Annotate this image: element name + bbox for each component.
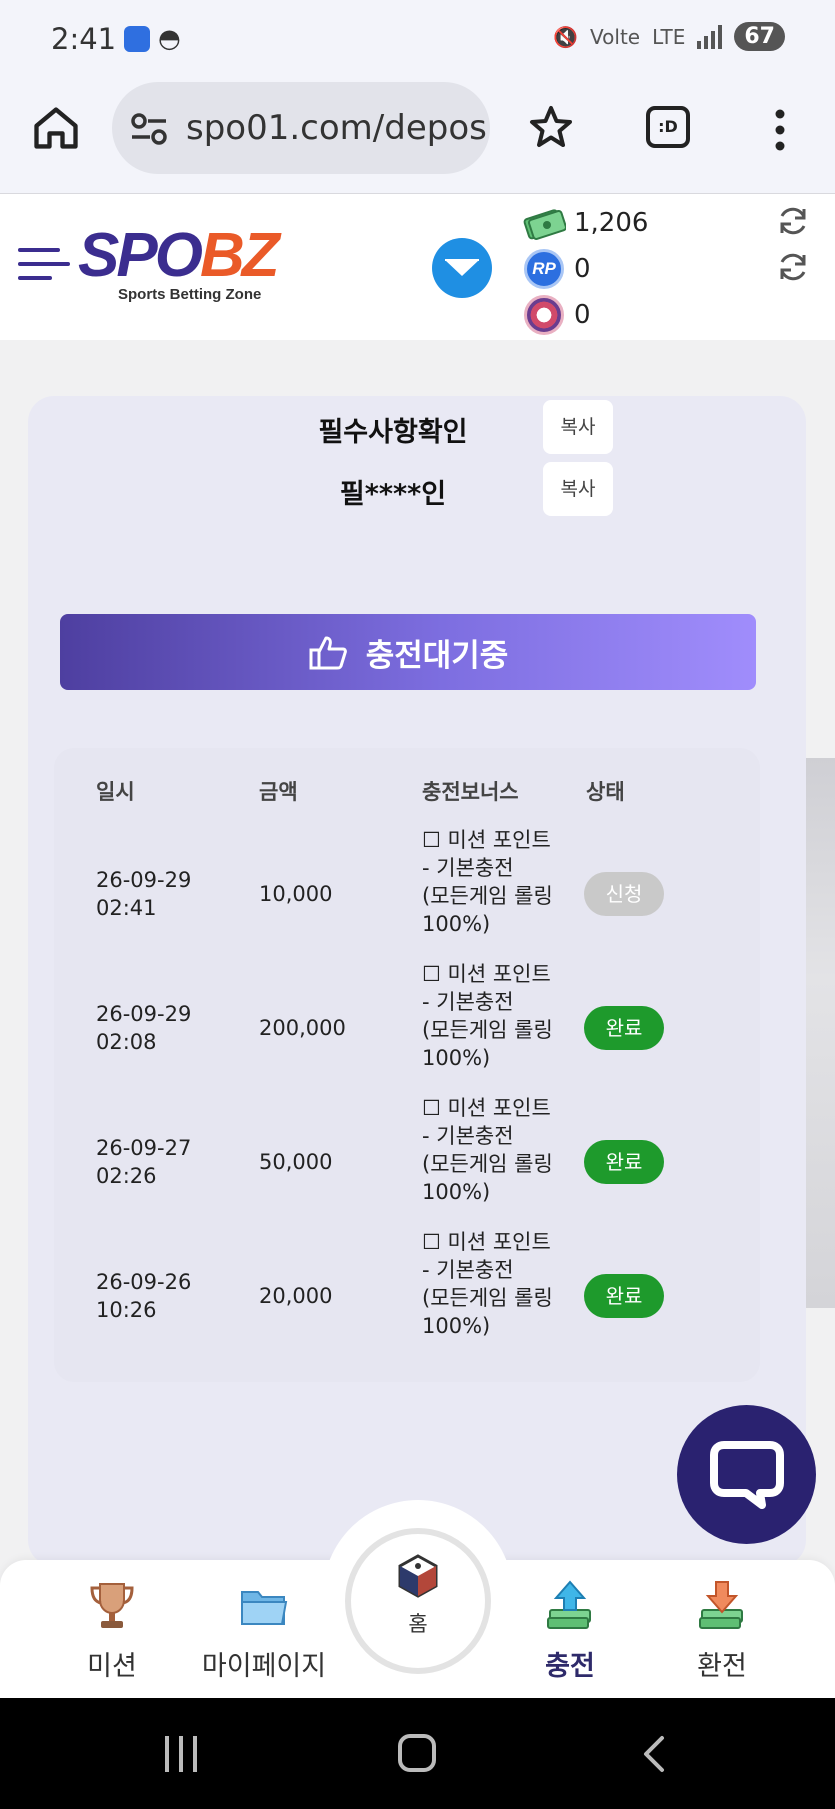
row-date: 26-09-26 10:26 <box>96 1270 192 1322</box>
logo-text-bz: BZ <box>199 221 280 290</box>
mail-button[interactable] <box>432 238 492 298</box>
nav-withdraw-label: 환전 <box>697 1651 747 1682</box>
column-header-status: 상태 <box>586 780 625 804</box>
column-header-date: 일시 <box>96 780 135 804</box>
logo-text-spo: SPO <box>78 221 203 290</box>
status-badge: 완료 <box>584 1140 664 1184</box>
home-button[interactable]: 홈 <box>345 1528 491 1674</box>
app-notification-icon <box>124 26 150 52</box>
nav-mission-label: 미션 <box>87 1651 137 1682</box>
signal-icon <box>697 24 723 49</box>
nav-withdraw[interactable]: 환전 <box>642 1578 802 1683</box>
rp-coin-icon: RP <box>524 249 564 289</box>
system-navigation-bar <box>0 1698 835 1809</box>
trophy-icon <box>90 1583 134 1628</box>
site-logo[interactable]: SPOBZ Sports Betting Zone <box>78 224 298 304</box>
tune-icon[interactable] <box>130 112 168 146</box>
recents-icon[interactable] <box>165 1736 197 1772</box>
rp-balance: 0 <box>574 254 591 284</box>
roulette-wheel-icon <box>524 295 564 335</box>
table-row: 26-09-27 02:26 50,000 ☐ 미션 포인트 - 기본충전 (모든게임… <box>54 1094 760 1228</box>
row-amount: 50,000 <box>259 1150 333 1174</box>
wheel-balance-row: 0 <box>522 292 762 338</box>
star-icon[interactable] <box>528 104 574 150</box>
nav-deposit-label: 충전 <box>545 1651 595 1682</box>
row-bonus: ☐ 미션 포인트 - 기본충전 (모든게임 롤링 100%) <box>422 1096 553 1204</box>
battery-indicator: 67 <box>734 22 785 51</box>
chat-icon <box>710 1441 784 1509</box>
column-header-amount: 금액 <box>259 780 298 804</box>
status-indicators: 🔇 Volte LTE 67 <box>553 22 785 51</box>
column-header-bonus: 충전보너스 <box>422 780 519 804</box>
row-amount: 200,000 <box>259 1016 346 1040</box>
rp-balance-row: RP 0 <box>522 246 762 292</box>
row-bonus: ☐ 미션 포인트 - 기본충전 (모든게임 롤링 100%) <box>422 1230 553 1338</box>
mail-icon <box>445 259 479 276</box>
url-text[interactable]: spo01.com/deposit <box>186 108 486 148</box>
home-icon[interactable] <box>30 102 82 154</box>
status-bar: 2:41 ◓ 🔇 Volte LTE 67 <box>0 0 835 80</box>
withdraw-icon <box>699 1581 743 1629</box>
deposit-card: 필수사항확인 복사 필****인 복사 충전대기중 일시 금액 충전보너스 상태… <box>28 396 806 1566</box>
lte-label: LTE <box>652 24 686 49</box>
deposit-status-text: 충전대기중 <box>365 637 509 674</box>
status-badge: 완료 <box>584 1274 664 1318</box>
nav-mypage-label: 마이페이지 <box>201 1651 327 1682</box>
status-badge: 완료 <box>584 1006 664 1050</box>
mute-icon: 🔇 <box>553 24 579 49</box>
cash-icon <box>522 203 566 243</box>
bowl-notification-icon: ◓ <box>158 24 181 54</box>
casino-home-icon <box>398 1554 438 1598</box>
row-bonus: ☐ 미션 포인트 - 기본충전 (모든게임 롤링 100%) <box>422 962 553 1070</box>
nav-home[interactable]: 홈 <box>323 1500 513 1690</box>
system-home-icon[interactable] <box>398 1734 436 1772</box>
row-date: 26-09-29 02:08 <box>96 1002 192 1054</box>
wheel-balance: 0 <box>574 300 591 330</box>
nav-mission[interactable]: 미션 <box>32 1578 192 1683</box>
deposit-history-table: 일시 금액 충전보너스 상태 26-09-29 02:41 10,000 ☐ 미션… <box>54 748 760 1382</box>
deposit-icon <box>547 1580 591 1629</box>
refresh-icon[interactable] <box>776 250 810 284</box>
table-row: 26-09-29 02:41 10,000 ☐ 미션 포인트 - 기본충전 (모든게임… <box>54 826 760 960</box>
nav-deposit[interactable]: 충전 <box>490 1578 650 1683</box>
row-date: 26-09-27 02:26 <box>96 1136 192 1188</box>
status-time: 2:41 <box>51 22 117 56</box>
row-amount: 10,000 <box>259 882 333 906</box>
hamburger-icon[interactable] <box>18 244 70 284</box>
chat-button[interactable] <box>677 1405 816 1544</box>
volte-label: Volte <box>590 24 641 49</box>
folder-icon <box>241 1591 288 1625</box>
thumbs-up-icon <box>309 636 347 670</box>
nav-home-label: 홈 <box>408 1612 428 1636</box>
nav-mypage[interactable]: 마이페이지 <box>184 1578 344 1683</box>
url-bar[interactable]: spo01.com/deposit <box>112 82 490 174</box>
more-icon[interactable] <box>770 108 790 152</box>
site-header: SPOBZ Sports Betting Zone 1,206 RP 0 0 <box>0 194 835 340</box>
tabs-button[interactable]: :D <box>646 106 690 148</box>
deposit-status-banner: 충전대기중 <box>60 614 756 690</box>
copy-button[interactable]: 복사 <box>543 462 613 516</box>
status-badge: 신청 <box>584 872 664 916</box>
copy-button[interactable]: 복사 <box>543 400 613 454</box>
table-row: 26-09-29 02:08 200,000 ☐ 미션 포인트 - 기본충전 (모든게… <box>54 960 760 1094</box>
row-bonus: ☐ 미션 포인트 - 기본충전 (모든게임 롤링 100%) <box>422 828 553 936</box>
notice-line-2: 필****인 <box>339 479 447 510</box>
back-icon[interactable] <box>640 1734 668 1774</box>
table-row: 26-09-26 10:26 20,000 ☐ 미션 포인트 - 기본충전 (모든게임… <box>54 1228 760 1362</box>
cash-balance-row: 1,206 <box>522 200 762 246</box>
background-decoration <box>806 758 835 1308</box>
row-amount: 20,000 <box>259 1284 333 1308</box>
row-date: 26-09-29 02:41 <box>96 868 192 920</box>
notice-line-1: 필수사항확인 <box>318 417 468 448</box>
balance-panel: 1,206 RP 0 0 <box>522 200 762 338</box>
refresh-icon[interactable] <box>776 204 810 238</box>
browser-toolbar: spo01.com/deposit :D <box>0 80 835 194</box>
cash-balance: 1,206 <box>574 208 649 238</box>
